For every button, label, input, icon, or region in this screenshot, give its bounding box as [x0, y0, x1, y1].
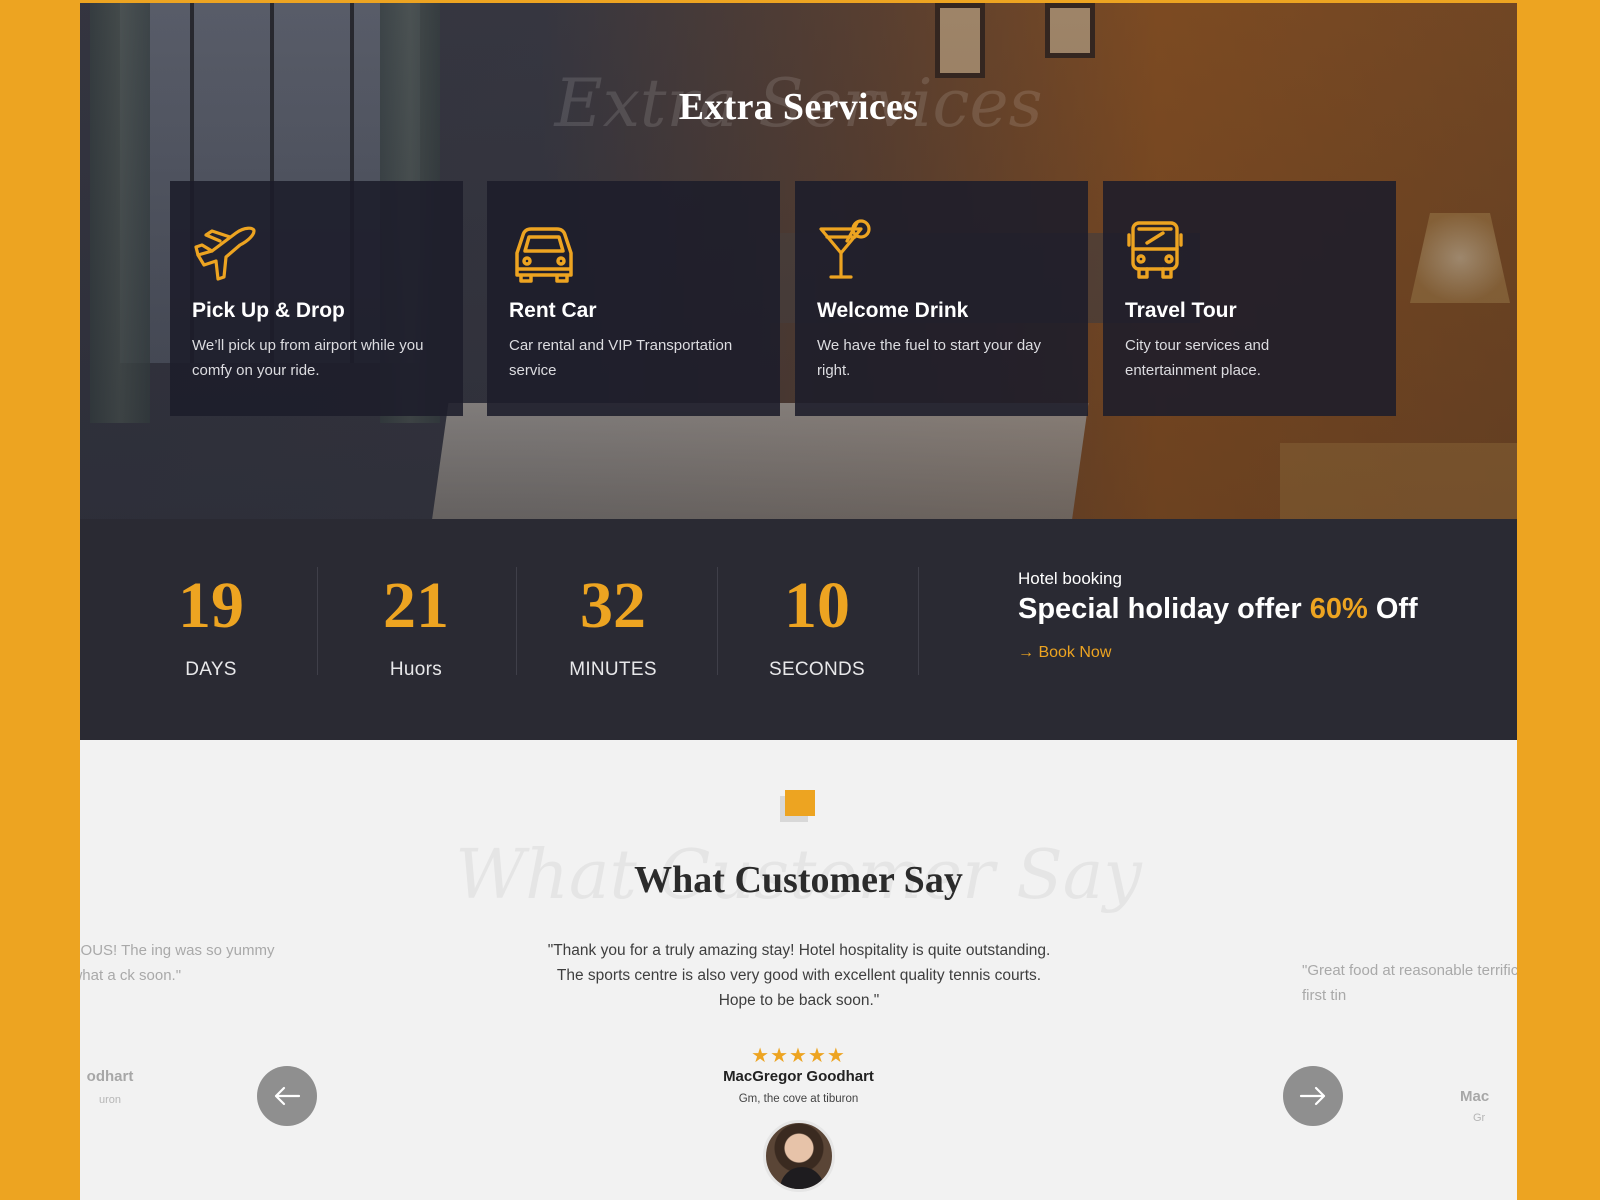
- testimonial-role-next: Gr: [1473, 1112, 1486, 1124]
- offer-block: Hotel booking Special holiday offer 60% …: [1018, 569, 1418, 662]
- testimonial-quote-prev: ek. It was FABULOUS! The ing was so yumm…: [80, 942, 275, 984]
- divider: [717, 567, 718, 675]
- testimonial-name-next: Mac: [1460, 1088, 1490, 1105]
- carousel-next-button[interactable]: [1283, 1066, 1343, 1126]
- service-description: Car rental and VIP Transportation servic…: [509, 337, 733, 379]
- offer-title: Special holiday offer 60% Off: [1018, 593, 1418, 626]
- divider: [516, 567, 517, 675]
- service-title: Welcome Drink: [817, 299, 969, 322]
- service-description: We have the fuel to start your day right…: [817, 337, 1042, 379]
- service-card-travel-tour[interactable]: Travel Tour City tour services and enter…: [1103, 181, 1396, 416]
- book-now-label: Book Now: [1038, 644, 1112, 661]
- avatar: [763, 1120, 835, 1192]
- countdown-minutes: 32 MINUTES: [518, 571, 708, 681]
- countdown-label: Huors: [389, 659, 443, 680]
- countdown-value: 21: [383, 569, 449, 642]
- bus-icon: [1127, 221, 1183, 279]
- extra-services-section: Extra Services Extra Services Pick Up & …: [80, 3, 1517, 519]
- service-description: We’ll pick up from airport while you com…: [192, 337, 424, 379]
- countdown-seconds: 10 SECONDS: [722, 571, 912, 681]
- testimonial-quote: "Thank you for a truly amazing stay! Hot…: [547, 942, 1051, 1009]
- testimonials-section: What Customer Say What Customer Say ek. …: [80, 740, 1517, 1200]
- section-title: What Customer Say: [634, 859, 963, 901]
- service-card-rent-car[interactable]: Rent Car Car rental and VIP Transportati…: [487, 181, 780, 416]
- countdown-hours: 21 Huors: [321, 571, 511, 681]
- offer-discount: 60%: [1309, 593, 1368, 625]
- book-now-link[interactable]: → Book Now: [1018, 644, 1111, 662]
- countdown-days: 19 DAYS: [116, 571, 306, 681]
- offer-title-suffix: Off: [1375, 593, 1418, 625]
- arrow-right-icon: [1299, 1086, 1326, 1106]
- page-frame: Extra Services Extra Services Pick Up & …: [80, 3, 1517, 1200]
- divider: [317, 567, 318, 675]
- divider: [918, 567, 919, 675]
- testimonial-quote-next: "Great food at reasonable terrific. This…: [1302, 962, 1517, 1004]
- offer-kicker: Hotel booking: [1018, 569, 1122, 588]
- countdown-label: DAYS: [185, 659, 237, 680]
- car-icon: [515, 227, 573, 283]
- arrow-right-icon: →: [1018, 644, 1034, 661]
- airplane-icon: [194, 226, 256, 281]
- countdown-section: 19 DAYS 21 Huors 32 MINUTES 10 SECONDS H…: [80, 519, 1517, 740]
- service-description: City tour services and entertainment pla…: [1125, 337, 1270, 379]
- service-title: Pick Up & Drop: [192, 299, 345, 322]
- service-card-pickup[interactable]: Pick Up & Drop We’ll pick up from airpor…: [170, 181, 463, 416]
- countdown-label: MINUTES: [569, 659, 657, 680]
- countdown-value: 10: [784, 569, 850, 642]
- service-title: Travel Tour: [1125, 299, 1237, 322]
- decorative-square: [785, 790, 815, 816]
- rating-stars: ★★★★★: [751, 1045, 846, 1067]
- section-title: Extra Services: [678, 86, 919, 128]
- offer-title-text: Special holiday offer: [1018, 593, 1302, 625]
- countdown-value: 19: [178, 569, 244, 642]
- service-title: Rent Car: [509, 299, 597, 322]
- countdown-label: SECONDS: [768, 659, 866, 680]
- services-list: Pick Up & Drop We’ll pick up from airpor…: [170, 181, 1420, 416]
- carousel-prev-button[interactable]: [257, 1066, 317, 1126]
- service-card-welcome-drink[interactable]: Welcome Drink We have the fuel to start …: [795, 181, 1088, 416]
- arrow-left-icon: [274, 1086, 301, 1106]
- cocktail-icon: [819, 219, 871, 279]
- countdown-value: 32: [580, 569, 646, 642]
